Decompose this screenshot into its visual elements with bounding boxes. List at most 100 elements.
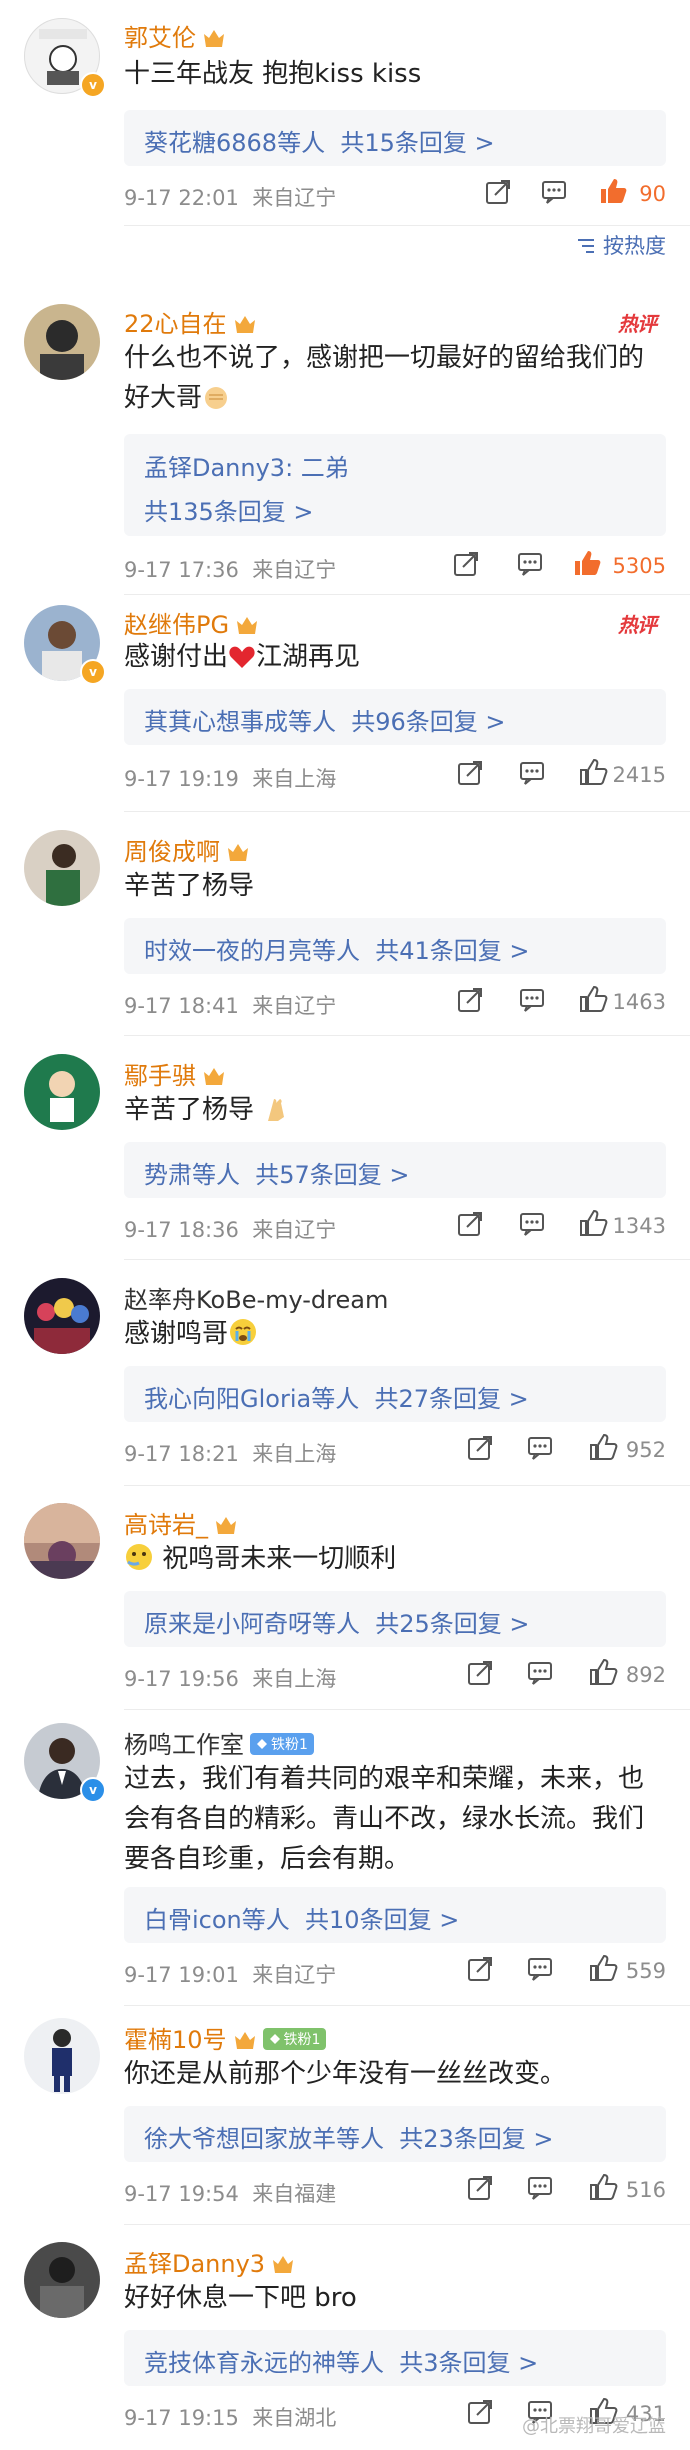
reply-box[interactable]: 时效一夜的月亮等人 共41条回复 > [124, 918, 666, 974]
verified-gold-icon: v [80, 72, 106, 98]
share-icon[interactable] [466, 1434, 494, 1462]
comment-meta: 9-17 19:15 来自湖北 [124, 2406, 337, 2430]
reply-box[interactable]: 竞技体育永远的神等人 共3条回复 > [124, 2330, 666, 2386]
reply-summary[interactable]: 原来是小阿奇呀等人 共25条回复 > [144, 1604, 530, 1639]
fan-badge: 铁粉1 [250, 1733, 314, 1755]
commenter-name[interactable]: 霍楠10号 铁粉1 [124, 2020, 327, 2055]
commenter-name[interactable]: 高诗岩_ [124, 1505, 238, 1540]
reply-box[interactable]: 孟铎Danny3: 二弟 共135条回复 > [124, 434, 666, 536]
commenter-name[interactable]: 鄢手骐 [124, 1056, 226, 1091]
comment-text: 好好休息一下吧 bro [124, 2283, 357, 2313]
reply-box[interactable]: 徐大爷想回家放羊等人 共23条回复 > [124, 2106, 666, 2162]
commenter-name[interactable]: 周俊成啊 [124, 832, 250, 867]
reply-summary[interactable]: 萁萁心想事成等人 共96条回复 > [144, 702, 506, 737]
commenter-name[interactable]: 赵继伟PG [124, 605, 259, 640]
comment-icon[interactable] [518, 1210, 546, 1238]
comment-icon[interactable] [526, 1659, 554, 1687]
reply-first[interactable]: 孟铎Danny3: 二弟 [144, 448, 349, 483]
share-icon[interactable] [466, 2174, 494, 2202]
comment-icon[interactable] [516, 550, 544, 578]
avatar[interactable] [24, 1503, 100, 1579]
share-icon[interactable] [456, 1210, 484, 1238]
commenter-name[interactable]: 杨鸣工作室 铁粉1 [124, 1725, 314, 1760]
reply-box[interactable]: 势肃等人 共57条回复 > [124, 1142, 666, 1198]
reply-box[interactable]: 葵花糖6868等人 共15条回复 > [124, 110, 666, 166]
comment-icon[interactable] [540, 178, 568, 206]
comment-icon[interactable] [518, 759, 546, 787]
like-icon[interactable] [578, 984, 608, 1014]
divider [124, 1035, 690, 1036]
reply-summary[interactable]: 竞技体育永远的神等人 共3条回复 > [144, 2343, 538, 2378]
like-icon[interactable] [588, 2172, 618, 2202]
comment-meta: 9-17 19:01 来自辽宁 [124, 1963, 337, 1987]
crown-icon [204, 1068, 224, 1085]
comment-icon[interactable] [526, 1955, 554, 1983]
reply-summary[interactable]: 徐大爷想回家放羊等人 共23条回复 > [144, 2119, 554, 2154]
reply-summary[interactable]: 我心向阳Gloria等人 共27条回复 > [144, 1379, 529, 1414]
like-icon[interactable] [588, 1657, 618, 1687]
comment-meta: 9-17 19:19 来自上海 [124, 767, 337, 791]
like-count: 952 [625, 1438, 666, 1462]
avatar-person-icon [40, 2257, 84, 2318]
like-icon[interactable] [588, 1432, 618, 1462]
avatar[interactable] [24, 1054, 100, 1130]
divider [124, 811, 690, 812]
like-icon[interactable] [578, 1208, 608, 1238]
comment-icon[interactable] [526, 2174, 554, 2202]
share-icon[interactable] [466, 1955, 494, 1983]
like-count: 5305 [612, 554, 666, 578]
avatar-person-icon [40, 320, 84, 380]
share-icon[interactable] [452, 550, 480, 578]
reply-summary[interactable]: 葵花糖6868等人 共15条回复 > [144, 123, 495, 158]
crown-icon [204, 30, 224, 47]
comment-text: 感谢鸣哥 [124, 1314, 664, 1354]
commenter-name[interactable]: 郭艾伦 [124, 18, 226, 53]
comment-text: 你还是从前那个少年没有一丝丝改变。 [124, 2059, 567, 2089]
share-icon[interactable] [456, 759, 484, 787]
share-icon[interactable] [484, 178, 512, 206]
comment-text: 感谢付出 江湖再见 [124, 642, 361, 672]
share-icon[interactable] [466, 2398, 494, 2426]
crown-icon [234, 2032, 255, 2049]
like-count: 516 [625, 2178, 666, 2202]
share-icon[interactable] [456, 986, 484, 1014]
like-count: 892 [625, 1663, 666, 1687]
commenter-name[interactable]: 孟铎Danny3 [124, 2244, 295, 2279]
like-icon[interactable] [578, 757, 608, 787]
avatar[interactable] [24, 2242, 100, 2318]
like-icon-active[interactable] [572, 548, 602, 578]
fan-badge: 铁粉1 [262, 2028, 327, 2050]
comment-icon[interactable] [526, 1434, 554, 1462]
share-icon[interactable] [466, 1659, 494, 1687]
crown-icon [234, 316, 255, 333]
like-icon-active[interactable] [598, 176, 628, 206]
commenter-name[interactable]: 22心自在 [124, 304, 257, 339]
reply-box[interactable]: 萁萁心想事成等人 共96条回复 > [124, 689, 666, 745]
reply-box[interactable]: 我心向阳Gloria等人 共27条回复 > [124, 1366, 666, 1422]
sort-icon [578, 239, 595, 253]
avatar[interactable] [24, 2018, 100, 2094]
comment-text: 辛苦了杨导 [124, 1090, 664, 1130]
reply-summary[interactable]: 势肃等人 共57条回复 > [144, 1155, 410, 1190]
reply-count[interactable]: 共135条回复 > [144, 492, 314, 527]
like-icon[interactable] [588, 1953, 618, 1983]
comment-icon[interactable] [518, 986, 546, 1014]
avatar-player-icon [52, 2029, 72, 2092]
divider [124, 1259, 690, 1260]
like-count: 90 [639, 182, 666, 206]
sort-by-hot-button[interactable]: 按热度 [576, 230, 666, 260]
diamond-icon [269, 2034, 280, 2044]
commenter-name[interactable]: 赵率舟KoBe-my-dream [124, 1280, 388, 1315]
avatar-group-icon [34, 1298, 90, 1354]
reply-box[interactable]: 白骨icon等人 共10条回复 > [124, 1887, 666, 1943]
reply-summary[interactable]: 白骨icon等人 共10条回复 > [144, 1900, 459, 1935]
reply-summary[interactable]: 时效一夜的月亮等人 共41条回复 > [144, 931, 530, 966]
avatar[interactable] [24, 304, 100, 380]
comment-meta: 9-17 18:41 来自辽宁 [124, 994, 337, 1018]
comment-text: 辛苦了杨导 [124, 871, 255, 901]
crying-face-emoji-icon [230, 1319, 257, 1345]
avatar[interactable] [24, 830, 100, 906]
comment-text: 什么也不说了，感谢把一切最好的留给我们的好大哥 [124, 343, 645, 413]
reply-box[interactable]: 原来是小阿奇呀等人 共25条回复 > [124, 1591, 666, 1647]
avatar[interactable] [24, 1278, 100, 1354]
